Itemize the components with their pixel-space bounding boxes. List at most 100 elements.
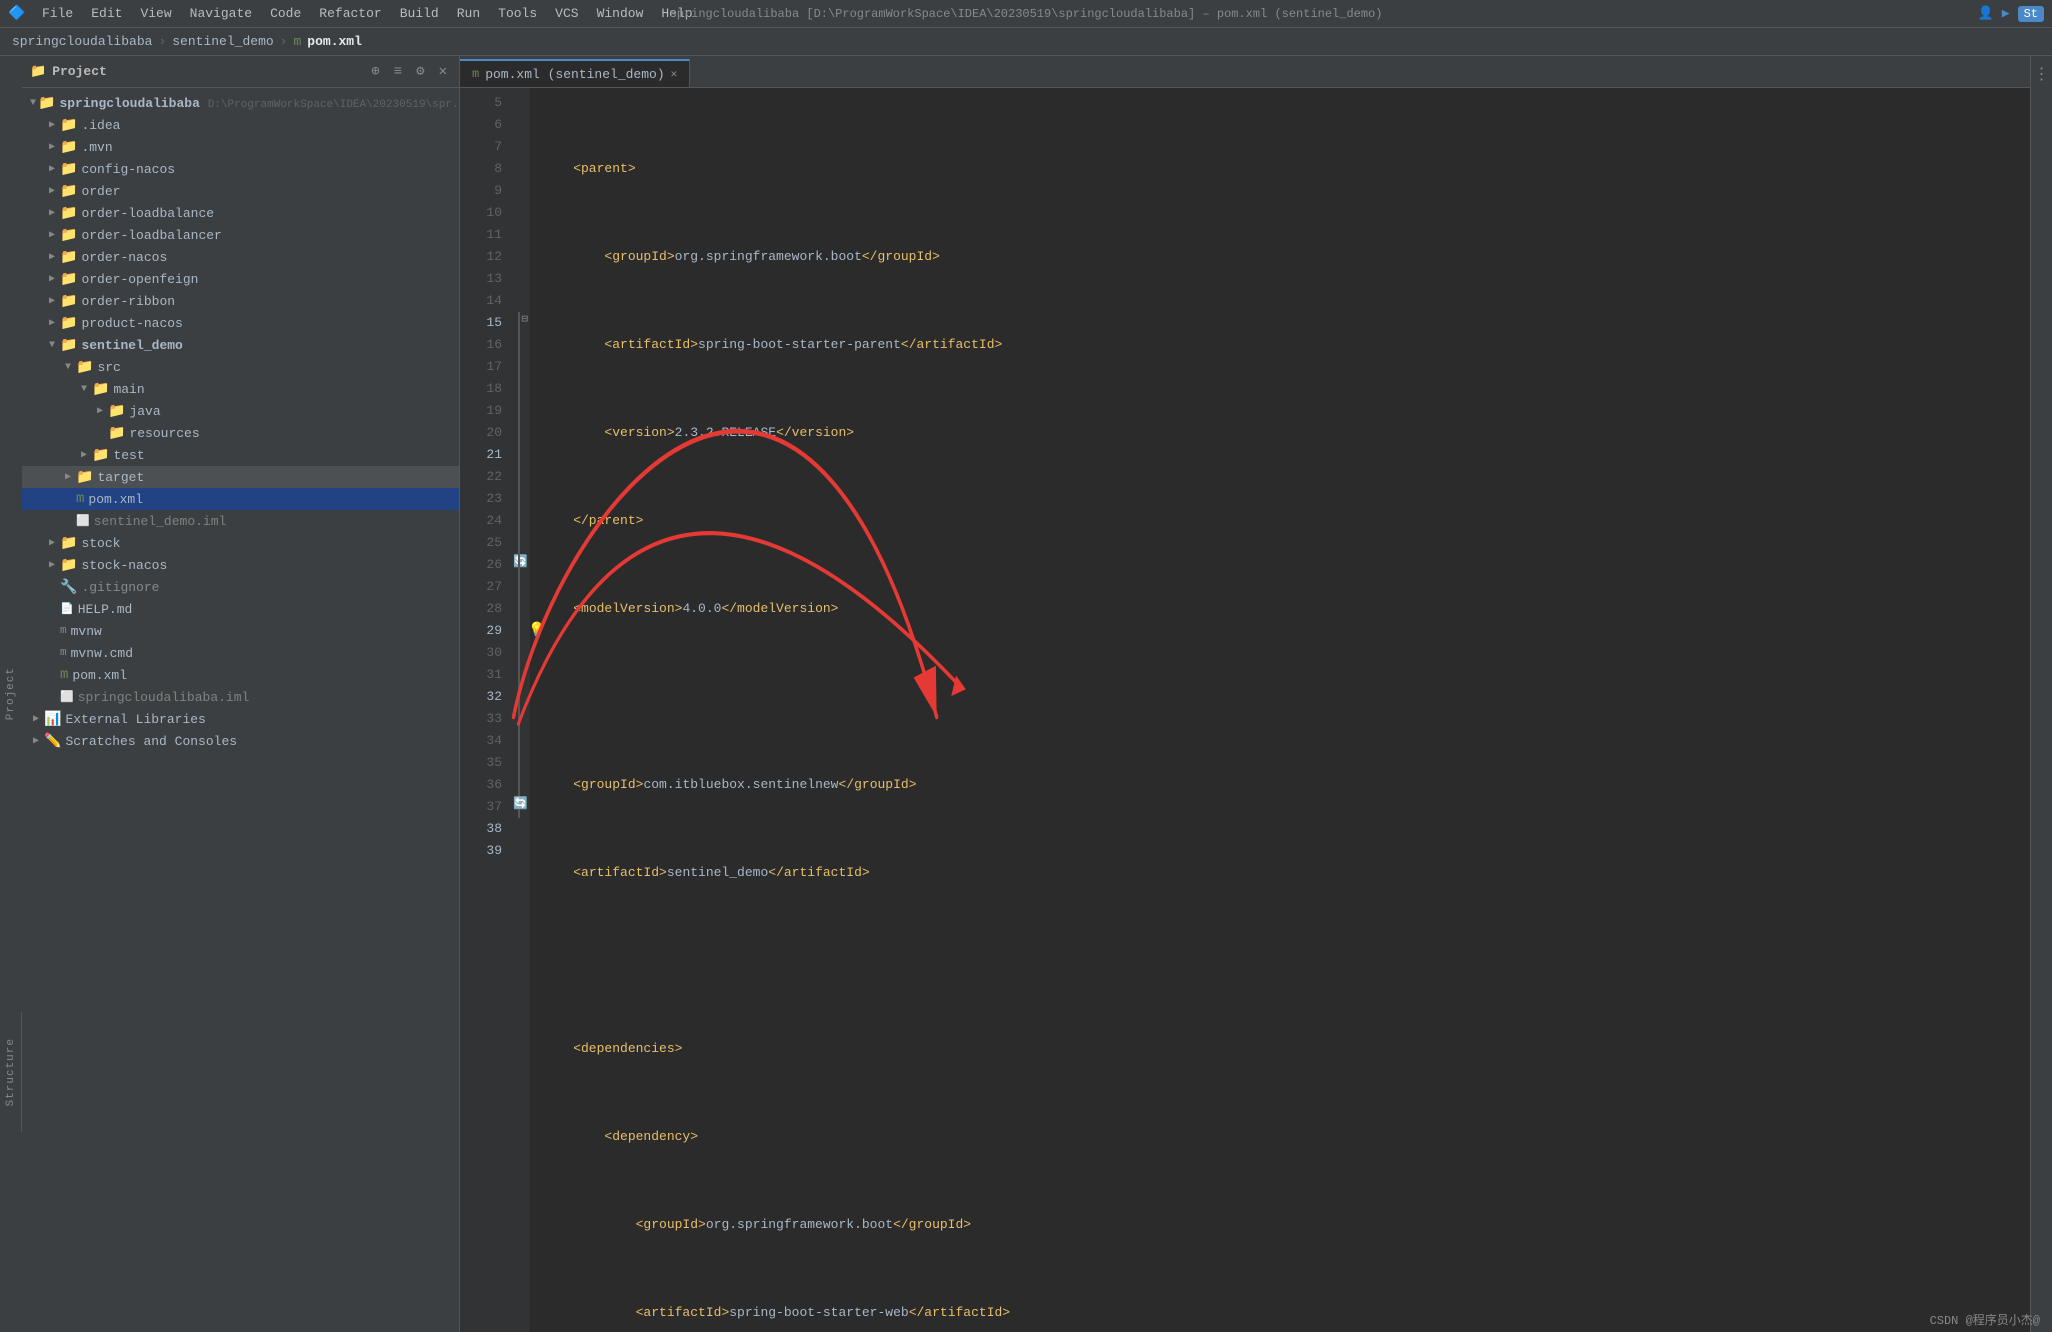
menu-bar: 🔷 File Edit View Navigate Code Refactor … bbox=[0, 0, 2052, 28]
tree-item-main[interactable]: ▼ 📁 main bbox=[22, 378, 459, 400]
expand-arrow: ▶ bbox=[46, 163, 58, 175]
tree-item-idea[interactable]: ▶ 📁 .idea bbox=[22, 114, 459, 136]
tab-pom-xml[interactable]: m pom.xml (sentinel_demo) ✕ bbox=[460, 59, 690, 87]
tree-item-order[interactable]: ▶ 📁 order bbox=[22, 180, 459, 202]
menu-navigate[interactable]: Navigate bbox=[182, 4, 260, 23]
code-line-17: <groupId>org.springframework.boot</group… bbox=[542, 1214, 2030, 1236]
sync-icon-21[interactable]: 🔄 bbox=[513, 554, 528, 569]
tree-item-help-md[interactable]: 📄 HELP.md bbox=[22, 598, 459, 620]
tree-item-product-nacos[interactable]: ▶ 📁 product-nacos bbox=[22, 312, 459, 334]
menu-refactor[interactable]: Refactor bbox=[311, 4, 389, 23]
user-icon[interactable]: 👤 bbox=[1978, 6, 1994, 21]
tree-item-mvn[interactable]: ▶ 📁 .mvn bbox=[22, 136, 459, 158]
fold-icon-15[interactable]: ⊟ bbox=[521, 312, 528, 326]
expand-arrow bbox=[46, 692, 58, 703]
sync-icon-32[interactable]: 🔄 bbox=[513, 796, 528, 811]
tree-item-order-nacos[interactable]: ▶ 📁 order-nacos bbox=[22, 246, 459, 268]
folder-icon-target: 📁 bbox=[76, 469, 93, 486]
code-line-13: <artifactId>sentinel_demo</artifactId> bbox=[542, 862, 2030, 884]
tree-item-springcloudalibaba[interactable]: ▼ 📁 springcloudalibaba D:\ProgramWorkSpa… bbox=[22, 92, 459, 114]
editor-content[interactable]: 5 6 7 8 9 10 11 12 13 14 15 16 17 18 19 … bbox=[460, 88, 2030, 1332]
tree-item-springcloudalibaba-iml[interactable]: ⬜ springcloudalibaba.iml bbox=[22, 686, 459, 708]
tree-item-order-loadbalance[interactable]: ▶ 📁 order-loadbalance bbox=[22, 202, 459, 224]
sidebar-collapse-btn[interactable]: ≡ bbox=[390, 62, 406, 82]
editor-area: m pom.xml (sentinel_demo) ✕ 5 6 7 8 9 10… bbox=[460, 56, 2030, 1332]
folder-icon-src: 📁 bbox=[76, 359, 93, 376]
sidebar-tree[interactable]: ▼ 📁 springcloudalibaba D:\ProgramWorkSpa… bbox=[22, 88, 459, 1332]
tree-item-sentinel-demo[interactable]: ▼ 📁 sentinel_demo bbox=[22, 334, 459, 356]
expand-arrow: ▶ bbox=[46, 251, 58, 263]
sidebar-options-btn[interactable]: ⚙ bbox=[412, 61, 428, 82]
breadcrumb-module[interactable]: sentinel_demo bbox=[172, 34, 273, 49]
expand-arrow: ▶ bbox=[46, 141, 58, 153]
expand-arrow: ▶ bbox=[46, 273, 58, 285]
expand-arrow: ▼ bbox=[62, 362, 74, 373]
expand-arrow bbox=[46, 582, 58, 593]
status-button[interactable]: St bbox=[2018, 6, 2044, 22]
menu-vcs[interactable]: VCS bbox=[547, 4, 586, 23]
tree-item-mvnw[interactable]: m mvnw bbox=[22, 620, 459, 642]
folder-icon-config-nacos: 📁 bbox=[60, 161, 77, 178]
menu-edit[interactable]: Edit bbox=[83, 4, 130, 23]
project-tab[interactable]: Project bbox=[0, 56, 22, 1332]
sidebar-close-btn[interactable]: ✕ bbox=[435, 61, 451, 82]
tree-item-stock[interactable]: ▶ 📁 stock bbox=[22, 532, 459, 554]
folder-icon-stock: 📁 bbox=[60, 535, 77, 552]
structure-label: Structure bbox=[5, 1038, 17, 1106]
folder-icon-resources: 📁 bbox=[108, 425, 125, 442]
tab-file-icon: m bbox=[472, 67, 479, 81]
tree-item-scratches[interactable]: ▶ ✏️ Scratches and Consoles bbox=[22, 730, 459, 752]
expand-arrow bbox=[46, 604, 58, 615]
tree-item-mvnw-cmd[interactable]: m mvnw.cmd bbox=[22, 642, 459, 664]
tree-item-resources[interactable]: 📁 resources bbox=[22, 422, 459, 444]
code-line-10: <modelVersion>4.0.0</modelVersion> bbox=[542, 598, 2030, 620]
lightbulb-icon-29[interactable]: 💡 bbox=[528, 622, 545, 639]
code-line-15: <dependencies> bbox=[542, 1038, 2030, 1060]
tree-item-pom-xml-root[interactable]: m pom.xml bbox=[22, 664, 459, 686]
tree-item-order-openfeign[interactable]: ▶ 📁 order-openfeign bbox=[22, 268, 459, 290]
tree-item-order-loadbalancer[interactable]: ▶ 📁 order-loadbalancer bbox=[22, 224, 459, 246]
expand-arrow: ▶ bbox=[46, 317, 58, 329]
tree-item-stock-nacos[interactable]: ▶ 📁 stock-nacos bbox=[22, 554, 459, 576]
tree-item-test[interactable]: ▶ 📁 test bbox=[22, 444, 459, 466]
expand-arrow bbox=[46, 648, 58, 659]
toolbar-right: 👤 ▶ St bbox=[1978, 6, 2044, 22]
folder-icon: 📁 bbox=[30, 64, 46, 79]
tree-item-java[interactable]: ▶ 📁 java bbox=[22, 400, 459, 422]
menu-build[interactable]: Build bbox=[392, 4, 447, 23]
breadcrumb-sep-2: › bbox=[280, 34, 288, 49]
tree-item-order-ribbon[interactable]: ▶ 📁 order-ribbon bbox=[22, 290, 459, 312]
tree-item-target[interactable]: ▶ 📁 target bbox=[22, 466, 459, 488]
code-line-5: <parent> bbox=[542, 158, 2030, 180]
tab-close-btn[interactable]: ✕ bbox=[671, 67, 678, 81]
folder-icon-java: 📁 bbox=[108, 403, 125, 420]
breadcrumb-root[interactable]: springcloudalibaba bbox=[12, 34, 152, 49]
menu-tools[interactable]: Tools bbox=[490, 4, 545, 23]
run-icon[interactable]: ▶ bbox=[2002, 6, 2010, 21]
menu-window[interactable]: Window bbox=[589, 4, 652, 23]
structure-tab[interactable]: Structure bbox=[0, 1012, 22, 1132]
code-editor[interactable]: <parent> <groupId>org.springframework.bo… bbox=[530, 88, 2030, 1332]
xml-icon-pom: m bbox=[76, 491, 84, 507]
right-panel-icon-1[interactable]: ⋮ bbox=[2034, 64, 2050, 84]
sidebar: 📁 Project ⊕ ≡ ⚙ ✕ ▼ 📁 springcloudalibaba… bbox=[22, 56, 460, 1332]
scratch-icon: ✏️ bbox=[44, 733, 61, 750]
menu-file[interactable]: File bbox=[34, 4, 81, 23]
tree-item-external-libraries[interactable]: ▶ 📊 External Libraries bbox=[22, 708, 459, 730]
breadcrumb-file[interactable]: pom.xml bbox=[307, 34, 362, 49]
menu-view[interactable]: View bbox=[132, 4, 179, 23]
menu-code[interactable]: Code bbox=[262, 4, 309, 23]
expand-arrow: ▶ bbox=[78, 449, 90, 461]
sidebar-locate-btn[interactable]: ⊕ bbox=[367, 61, 383, 82]
tree-item-sentinel-iml[interactable]: ⬜ sentinel_demo.iml bbox=[22, 510, 459, 532]
menu-run[interactable]: Run bbox=[449, 4, 488, 23]
tree-item-gitignore[interactable]: 🔧 .gitignore bbox=[22, 576, 459, 598]
sidebar-title: Project bbox=[52, 64, 107, 79]
folder-icon-order-ribbon: 📁 bbox=[60, 293, 77, 310]
code-line-9: </parent> bbox=[542, 510, 2030, 532]
tree-item-pom-xml[interactable]: m pom.xml bbox=[22, 488, 459, 510]
tree-item-config-nacos[interactable]: ▶ 📁 config-nacos bbox=[22, 158, 459, 180]
expand-arrow: ▼ bbox=[46, 340, 58, 351]
folder-icon-sentinel-demo: 📁 bbox=[60, 337, 77, 354]
tree-item-src[interactable]: ▼ 📁 src bbox=[22, 356, 459, 378]
